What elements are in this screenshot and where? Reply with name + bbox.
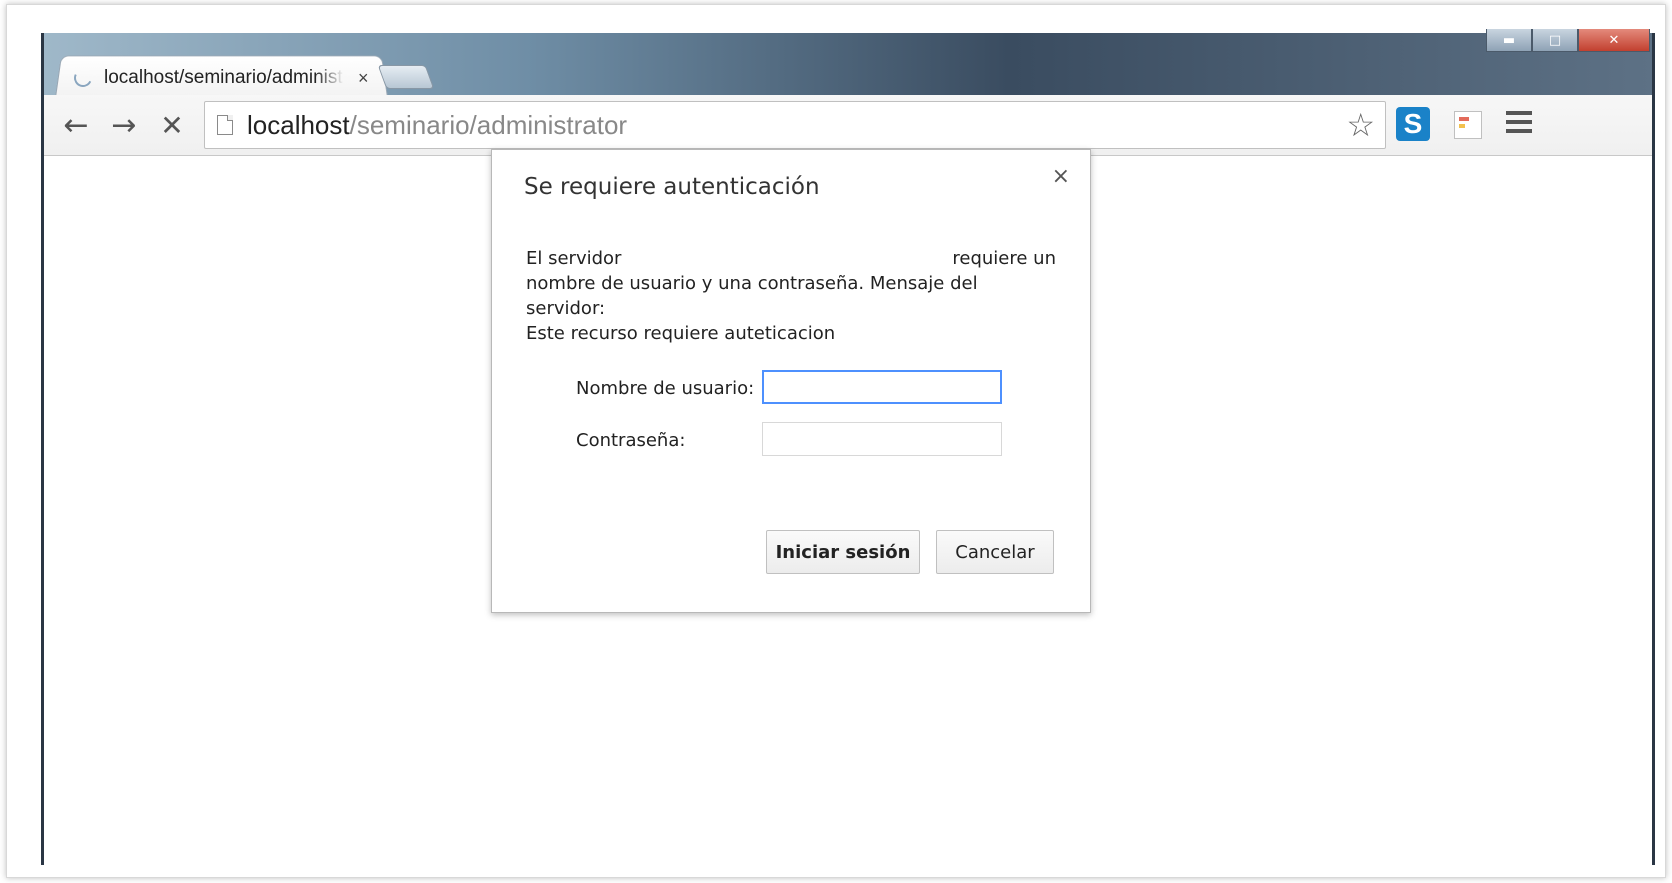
password-label: Contraseña: (576, 430, 686, 451)
dialog-message: El servidor requiere un nombre de usuari… (526, 246, 1056, 346)
tab-close-icon[interactable]: × (358, 68, 369, 89)
address-bar[interactable]: localhost/seminario/administrator ☆ (204, 101, 1386, 149)
tab-title: localhost/seminario/administrator (104, 67, 344, 88)
loading-spinner-icon (71, 66, 95, 90)
message-line1-right: requiere un (952, 248, 1056, 269)
extension-s-icon[interactable]: S (1396, 107, 1430, 141)
cancel-button[interactable]: Cancelar (936, 530, 1054, 574)
window-controls: ▬ □ ✕ (1486, 29, 1650, 52)
message-line2: nombre de usuario y una contraseña. Mens… (526, 273, 978, 319)
stop-loading-icon[interactable]: ✕ (154, 107, 190, 143)
dialog-title: Se requiere autenticación (524, 174, 820, 200)
back-arrow-icon[interactable]: ← (58, 107, 94, 143)
maximize-button[interactable]: □ (1532, 29, 1578, 52)
login-button[interactable]: Iniciar sesión (766, 530, 920, 574)
browser-toolbar: ← → ✕ localhost/seminario/administrator … (44, 95, 1652, 156)
minimize-button[interactable]: ▬ (1486, 29, 1532, 52)
password-input[interactable] (762, 422, 1002, 456)
auth-dialog: Se requiere autenticación × El servidor … (491, 149, 1091, 613)
dialog-close-icon[interactable]: × (1052, 164, 1070, 189)
calendar-extension-icon[interactable] (1454, 111, 1482, 139)
url-path: /seminario/administrator (349, 109, 628, 140)
screenshot-frame: ▬ □ ✕ localhost/seminario/administrator … (6, 4, 1666, 878)
new-tab-button[interactable] (377, 65, 435, 89)
username-input[interactable] (762, 370, 1002, 404)
window-close-button[interactable]: ✕ (1578, 29, 1650, 52)
message-line1-left: El servidor (526, 248, 622, 269)
username-label: Nombre de usuario: (576, 378, 755, 399)
url-host: localhost (247, 109, 350, 140)
menu-icon[interactable] (1506, 111, 1532, 138)
tab-content[interactable]: localhost/seminario/administrator × (71, 63, 374, 93)
message-line3: Este recurso requiere auteticacion (526, 323, 836, 344)
bookmark-star-icon[interactable]: ☆ (1346, 106, 1375, 144)
forward-arrow-icon[interactable]: → (106, 107, 142, 143)
page-icon (217, 115, 233, 135)
